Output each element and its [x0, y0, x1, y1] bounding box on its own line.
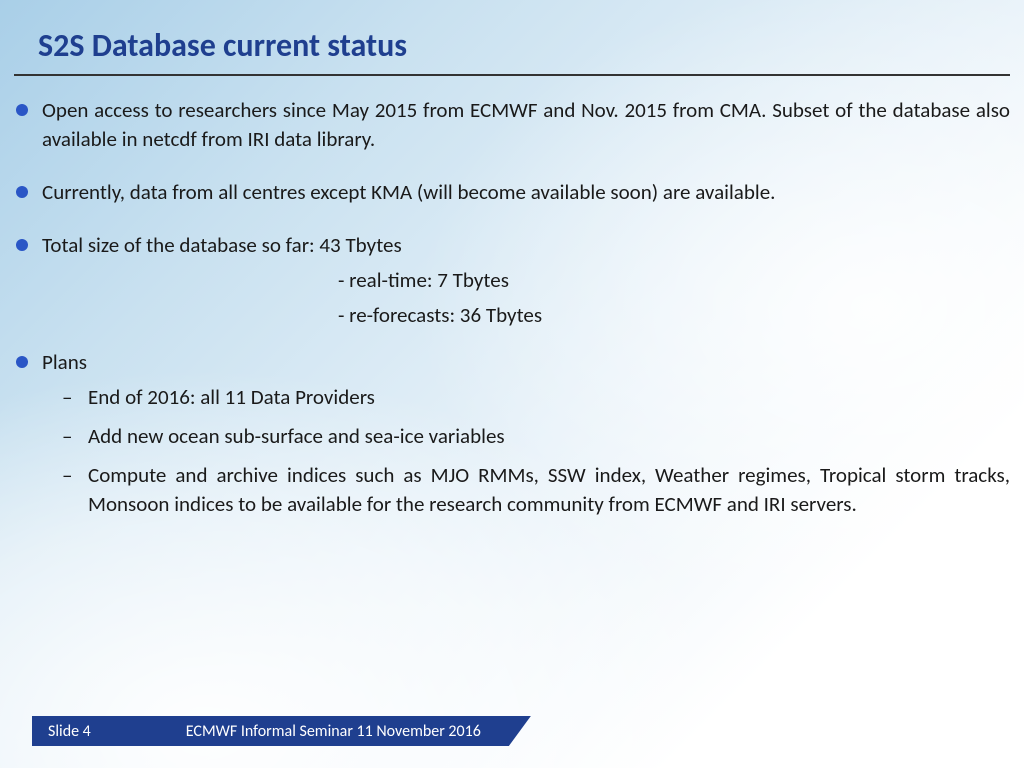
title-divider	[14, 74, 1010, 76]
sub-bullet-text: Add new ocean sub-surface and sea-ice va…	[88, 423, 505, 449]
bullet-text: Open access to researchers since May 201…	[42, 97, 1010, 152]
footer-seminar: ECMWF Informal Seminar 11 November 2016	[116, 716, 531, 746]
slide-body: Open access to researchers since May 201…	[14, 96, 1010, 698]
footer-bar: Slide 4 ECMWF Informal Seminar 11 Novemb…	[32, 716, 531, 746]
sub-bullet-item: Add new ocean sub-surface and sea-ice va…	[58, 422, 1010, 451]
sub-bullet-item: Compute and archive indices such as MJO …	[58, 461, 1010, 519]
sub-bullet-text: Compute and archive indices such as MJO …	[88, 462, 1010, 517]
bullet-item: Total size of the database so far: 43 Tb…	[14, 231, 1010, 330]
sub-line: - re-forecasts: 36 Tbytes	[42, 301, 1010, 330]
bullet-item: Plans End of 2016: all 11 Data Providers…	[14, 348, 1010, 519]
sub-line: - real-time: 7 Tbytes	[42, 266, 1010, 295]
slide-title: S2S Database current status	[38, 26, 986, 73]
slide-number: Slide 4	[32, 716, 117, 746]
bullet-text: Total size of the database so far: 43 Tb…	[42, 232, 402, 258]
sub-bullet-list: End of 2016: all 11 Data Providers Add n…	[42, 383, 1010, 519]
bullet-list: Open access to researchers since May 201…	[14, 96, 1010, 519]
sub-bullet-item: End of 2016: all 11 Data Providers	[58, 383, 1010, 412]
sub-bullet-text: End of 2016: all 11 Data Providers	[88, 384, 375, 410]
bullet-text: Currently, data from all centres except …	[42, 179, 775, 205]
bullet-item: Open access to researchers since May 201…	[14, 96, 1010, 154]
bullet-text: Plans	[42, 349, 87, 375]
bullet-item: Currently, data from all centres except …	[14, 178, 1010, 207]
slide: S2S Database current status Open access …	[0, 0, 1024, 768]
